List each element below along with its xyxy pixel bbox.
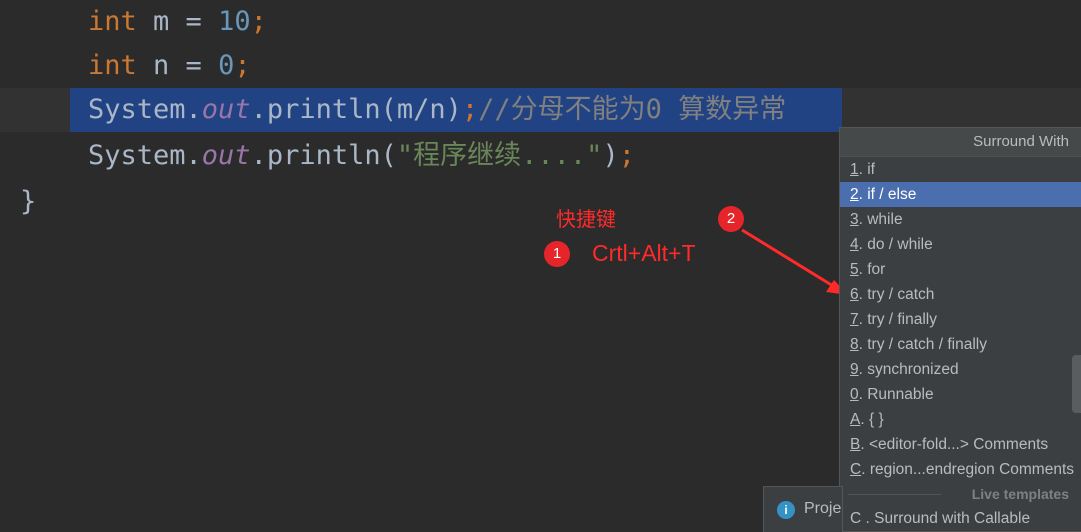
- mnemonic-key: 4: [850, 236, 859, 253]
- popup-item-surround-with-callable[interactable]: C . Surround with Callable: [840, 506, 1081, 531]
- item-label: . while: [858, 211, 903, 228]
- notification-text: Proje: [804, 500, 842, 517]
- mnemonic-key: 2: [850, 186, 859, 203]
- popup-item[interactable]: 0. Runnable: [840, 382, 1081, 407]
- popup-item[interactable]: 3. while: [840, 207, 1081, 232]
- popup-item[interactable]: 4. do / while: [840, 232, 1081, 257]
- mnemonic-key: A: [850, 411, 861, 428]
- item-label: . region...endregion Comments: [861, 461, 1075, 478]
- item-label: . do / while: [858, 236, 933, 253]
- item-label: . try / catch: [858, 286, 935, 303]
- live-templates-header: Live templates: [840, 482, 1081, 506]
- surround-with-popup[interactable]: Surround With 1. if 2. if / else 3. while 4…: [839, 127, 1081, 532]
- popup-item[interactable]: A. { }: [840, 407, 1081, 432]
- popup-item[interactable]: 1. if: [840, 157, 1081, 182]
- mnemonic-key: C: [850, 461, 862, 478]
- item-label: . try / finally: [858, 311, 938, 328]
- mnemonic-key: 7: [850, 311, 859, 328]
- scrollbar-handle[interactable]: [1072, 355, 1081, 413]
- item-label: . { }: [860, 411, 884, 428]
- popup-item[interactable]: B. <editor-fold...> Comments: [840, 432, 1081, 457]
- mnemonic-key: 1: [850, 161, 859, 178]
- item-label: . if / else: [858, 186, 917, 203]
- popup-item[interactable]: 9. synchronized: [840, 357, 1081, 382]
- popup-item[interactable]: 8. try / catch / finally: [840, 332, 1081, 357]
- popup-title: Surround With: [840, 128, 1081, 157]
- info-icon: i: [777, 501, 795, 519]
- mnemonic-key: 3: [850, 211, 859, 228]
- popup-item[interactable]: 2. if / else: [840, 182, 1081, 207]
- popup-item[interactable]: 7. try / finally: [840, 307, 1081, 332]
- popup-item[interactable]: 5. for: [840, 257, 1081, 282]
- item-label: . for: [858, 261, 886, 278]
- item-label: . Runnable: [858, 386, 934, 403]
- mnemonic-key: 8: [850, 336, 859, 353]
- popup-item[interactable]: 6. try / catch: [840, 282, 1081, 307]
- item-label: . <editor-fold...> Comments: [860, 436, 1049, 453]
- mnemonic-key: B: [850, 436, 861, 453]
- mnemonic-key: 0: [850, 386, 859, 403]
- notification-balloon[interactable]: i Proje: [763, 486, 843, 532]
- item-label: . if: [858, 161, 875, 178]
- mnemonic-key: 9: [850, 361, 859, 378]
- mnemonic-key: 5: [850, 261, 859, 278]
- mnemonic-key: 6: [850, 286, 859, 303]
- item-label: . synchronized: [858, 361, 959, 378]
- item-label: . try / catch / finally: [858, 336, 987, 353]
- popup-item[interactable]: C. region...endregion Comments: [840, 457, 1081, 482]
